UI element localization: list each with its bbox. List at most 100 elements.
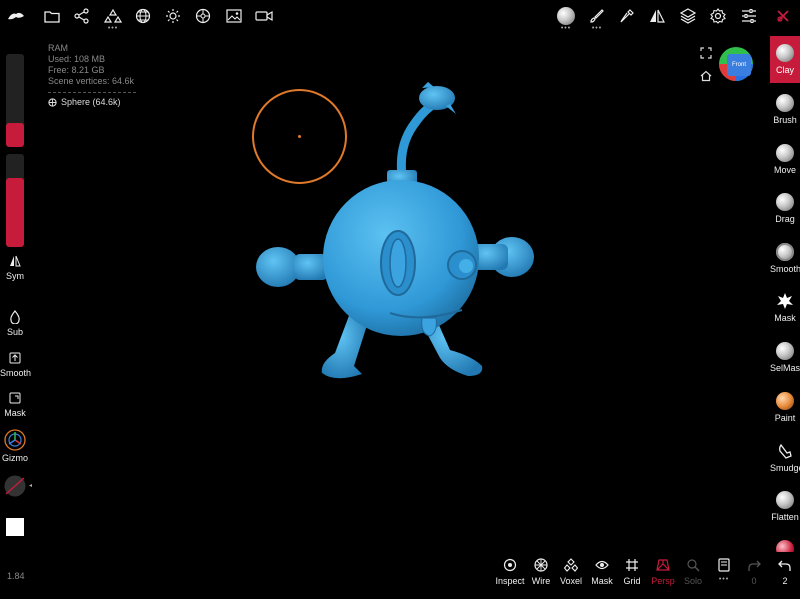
perspective-icon <box>655 557 671 573</box>
scene-graph-icon[interactable] <box>72 6 92 26</box>
move-tool-icon <box>776 144 794 162</box>
move-label: Move <box>773 165 796 175</box>
symmetry-label: Sym <box>6 271 24 281</box>
smooth-label: Smooth <box>770 264 800 274</box>
redo-count: 0 <box>751 576 757 586</box>
radius-slider-fill <box>6 122 24 147</box>
drag-label: Drag <box>775 214 795 224</box>
history-button[interactable]: ••• <box>709 557 739 583</box>
smooth-tool-icon <box>776 243 794 261</box>
symmetry-icon[interactable] <box>647 6 667 26</box>
inspect-icon <box>502 557 518 573</box>
mask-tool[interactable]: Mask <box>770 292 800 323</box>
color-swatch[interactable] <box>6 518 24 536</box>
matcap-sphere-icon[interactable]: ••• <box>556 6 576 32</box>
symmetry-icon <box>7 253 23 269</box>
lighting-icon[interactable] <box>163 6 183 26</box>
move-tool[interactable]: Move <box>770 144 800 175</box>
close-red-icon[interactable] <box>773 6 793 26</box>
settings-icon[interactable] <box>708 6 728 26</box>
smudge-tool[interactable]: Smudge <box>770 442 800 473</box>
wireframe-icon <box>533 557 549 573</box>
smudge-label: Smudge <box>770 463 800 473</box>
perspective-label: Persp <box>651 576 675 586</box>
color-swatch-fill <box>6 518 24 536</box>
brush-tool[interactable]: Brush <box>770 94 800 125</box>
wire-label: Wire <box>531 576 551 586</box>
undo-count: 2 <box>782 576 788 586</box>
selmask-tool[interactable]: SelMask <box>770 342 800 373</box>
mask-label: Mask <box>774 313 796 323</box>
primitives-icon[interactable]: ••• <box>103 6 123 32</box>
mesh-name: Sphere (64.6k) <box>61 97 121 107</box>
undo-button[interactable]: 2 <box>770 557 800 586</box>
solo-button[interactable]: Solo <box>678 557 708 586</box>
radius-slider[interactable] <box>6 54 24 147</box>
info-divider <box>48 92 136 93</box>
voxel-label: Voxel <box>559 576 583 586</box>
clay-tool[interactable]: Clay <box>770 36 800 83</box>
mesh-entry[interactable]: Sphere (64.6k) <box>48 97 136 108</box>
mask-view-label: Mask <box>591 576 613 586</box>
gizmo-label: Gizmo <box>1 453 28 463</box>
scene-info-panel: RAM Used: 108 MB Free: 8.21 GB Scene ver… <box>48 43 136 108</box>
brush-tool-icon <box>776 94 794 112</box>
drag-tool-icon <box>776 193 794 211</box>
smooth-tool[interactable]: Smooth <box>770 243 800 274</box>
flatten-tool[interactable]: Flatten <box>770 491 800 522</box>
fullscreen-icon[interactable] <box>700 47 712 59</box>
material-icon[interactable] <box>193 6 213 26</box>
redo-icon <box>746 557 762 573</box>
grid-label: Grid <box>623 576 641 586</box>
topology-icon[interactable] <box>133 6 153 26</box>
symmetry-toggle[interactable]: Sym <box>0 253 30 281</box>
view-cube[interactable]: Front <box>718 46 754 82</box>
folder-icon[interactable] <box>42 6 62 26</box>
flatten-label: Flatten <box>771 512 799 522</box>
mask-splat-icon <box>776 292 794 310</box>
video-icon[interactable] <box>254 6 274 26</box>
voxel-button[interactable]: Voxel <box>556 557 586 586</box>
inspect-button[interactable]: Inspect <box>495 557 525 586</box>
material-slot-button[interactable]: ◂ <box>3 474 32 498</box>
intensity-slider-fill <box>6 178 24 247</box>
paint-tool[interactable]: Paint <box>770 392 800 423</box>
intensity-slider[interactable] <box>6 154 24 247</box>
home-view-icon[interactable] <box>700 70 712 82</box>
clay-label: Clay <box>775 65 794 75</box>
mesh-icon <box>48 98 57 107</box>
view-cube-label: Front <box>731 62 746 68</box>
next-tool-icon <box>776 540 794 552</box>
wire-button[interactable]: Wire <box>526 557 556 586</box>
perspective-button[interactable]: Persp <box>648 557 678 586</box>
history-book-icon <box>716 557 732 573</box>
redo-button[interactable]: 0 <box>739 557 769 586</box>
background-image-icon[interactable] <box>224 6 244 26</box>
selmask-label: SelMask <box>770 363 800 373</box>
flatten-tool-icon <box>776 491 794 509</box>
sculpt-model[interactable] <box>250 78 550 388</box>
gizmo-icon <box>4 429 26 451</box>
smooth-icon <box>7 350 23 366</box>
grid-button[interactable]: Grid <box>617 557 647 586</box>
mask-shortcut-button[interactable]: Mask <box>0 390 30 418</box>
nomad-logo-icon[interactable] <box>6 6 26 26</box>
brush-label: Brush <box>773 115 797 125</box>
mask-view-button[interactable]: Mask <box>587 557 617 586</box>
next-tool-peek[interactable] <box>770 540 800 552</box>
subtract-toggle[interactable]: Sub <box>0 309 30 337</box>
app-version: 1.84 <box>7 571 25 581</box>
smooth-shortcut-button[interactable]: Smooth <box>0 350 31 378</box>
sliders-icon[interactable] <box>739 6 759 26</box>
gizmo-button[interactable]: Gizmo <box>0 429 30 463</box>
layers-icon[interactable] <box>678 6 698 26</box>
selmask-tool-icon <box>776 342 794 360</box>
mask-icon <box>7 390 23 406</box>
drag-tool[interactable]: Drag <box>770 193 800 224</box>
scene-vertices: Scene vertices: 64.6k <box>48 76 135 86</box>
paint-label: Paint <box>774 413 796 423</box>
eyedropper-icon[interactable] <box>617 6 637 26</box>
mask-shortcut-label: Mask <box>4 408 26 418</box>
ram-used: Used: 108 MB <box>48 54 106 64</box>
paint-brush-icon[interactable]: ••• <box>587 6 607 32</box>
